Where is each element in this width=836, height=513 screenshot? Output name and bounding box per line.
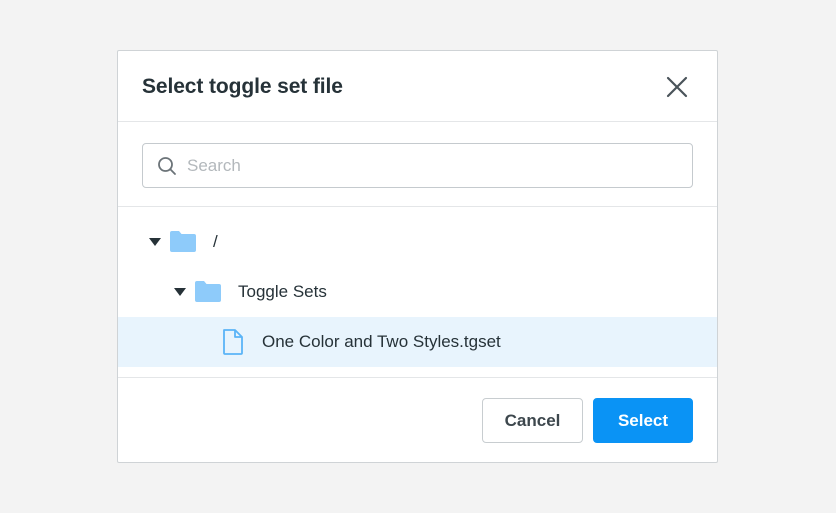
file-tree: / Toggle Sets One Color and Two Styles.t… — [118, 208, 717, 378]
search-icon — [158, 157, 176, 175]
tree-item-file[interactable]: One Color and Two Styles.tgset — [118, 317, 717, 367]
search-box[interactable] — [142, 143, 693, 188]
tree-item-root[interactable]: / — [118, 217, 717, 267]
search-area — [118, 122, 717, 207]
cancel-button[interactable]: Cancel — [482, 398, 583, 443]
close-icon — [666, 76, 688, 98]
caret-down-icon[interactable] — [149, 237, 161, 247]
dialog-header: Select toggle set file — [118, 51, 717, 122]
file-icon — [223, 329, 243, 355]
dialog-footer: Cancel Select — [118, 377, 717, 463]
close-button[interactable] — [664, 74, 690, 100]
tree-item-label: / — [213, 232, 218, 251]
tree-item-label: Toggle Sets — [238, 282, 327, 301]
folder-icon — [195, 281, 221, 302]
dialog-title: Select toggle set file — [142, 75, 343, 98]
folder-icon — [170, 231, 196, 252]
select-file-dialog: Select toggle set file / — [117, 50, 718, 463]
search-input[interactable] — [187, 144, 682, 187]
tree-item-toggle-sets[interactable]: Toggle Sets — [118, 267, 717, 317]
caret-down-icon[interactable] — [174, 287, 186, 297]
select-button[interactable]: Select — [593, 398, 693, 443]
tree-item-label: One Color and Two Styles.tgset — [262, 332, 501, 351]
